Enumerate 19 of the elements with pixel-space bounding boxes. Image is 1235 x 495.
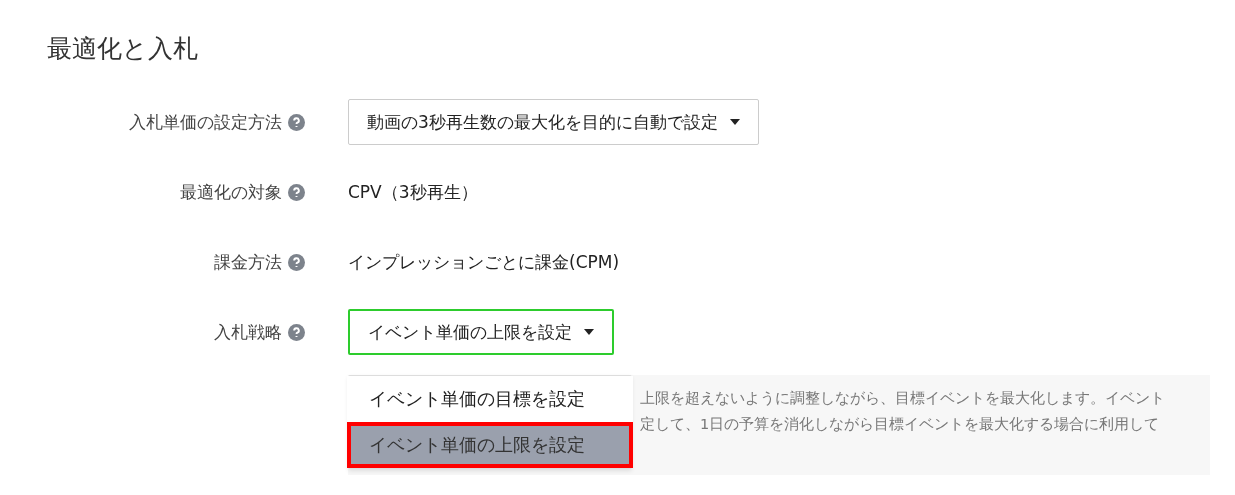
caret-icon xyxy=(584,329,594,335)
help-text: 上限を超えないように調整しながら、目標イベントを最大化します。イベント xyxy=(640,389,1166,408)
help-icon[interactable] xyxy=(288,323,305,341)
help-text: 定して、1日の予算を消化しながら目標イベントを最大化する場合に利用して xyxy=(640,415,1161,434)
field-label: 課金方法 xyxy=(214,250,282,274)
caret-icon xyxy=(729,119,740,125)
help-icon[interactable] xyxy=(288,183,305,201)
field-value: インプレッションごとに課金(CPM) xyxy=(348,250,620,274)
dropdown[interactable]: イベント単価の上限を設定 xyxy=(348,309,614,355)
dropdown[interactable]: 動画の3秒再生数の最大化を目的に自動で設定 xyxy=(348,99,759,145)
menu-option[interactable]: イベント単価の目標を設定 xyxy=(347,376,633,422)
menu-option[interactable]: イベント単価の上限を設定 xyxy=(347,422,633,468)
field-label: 入札単価の設定方法 xyxy=(129,110,282,134)
field-value: CPV（3秒再生） xyxy=(348,180,478,204)
section-heading: 最適化と入札 xyxy=(47,33,199,65)
help-icon[interactable] xyxy=(288,113,305,131)
field-label: 入札戦略 xyxy=(214,320,282,344)
help-icon[interactable] xyxy=(288,253,305,271)
field-label: 最適化の対象 xyxy=(180,180,282,204)
